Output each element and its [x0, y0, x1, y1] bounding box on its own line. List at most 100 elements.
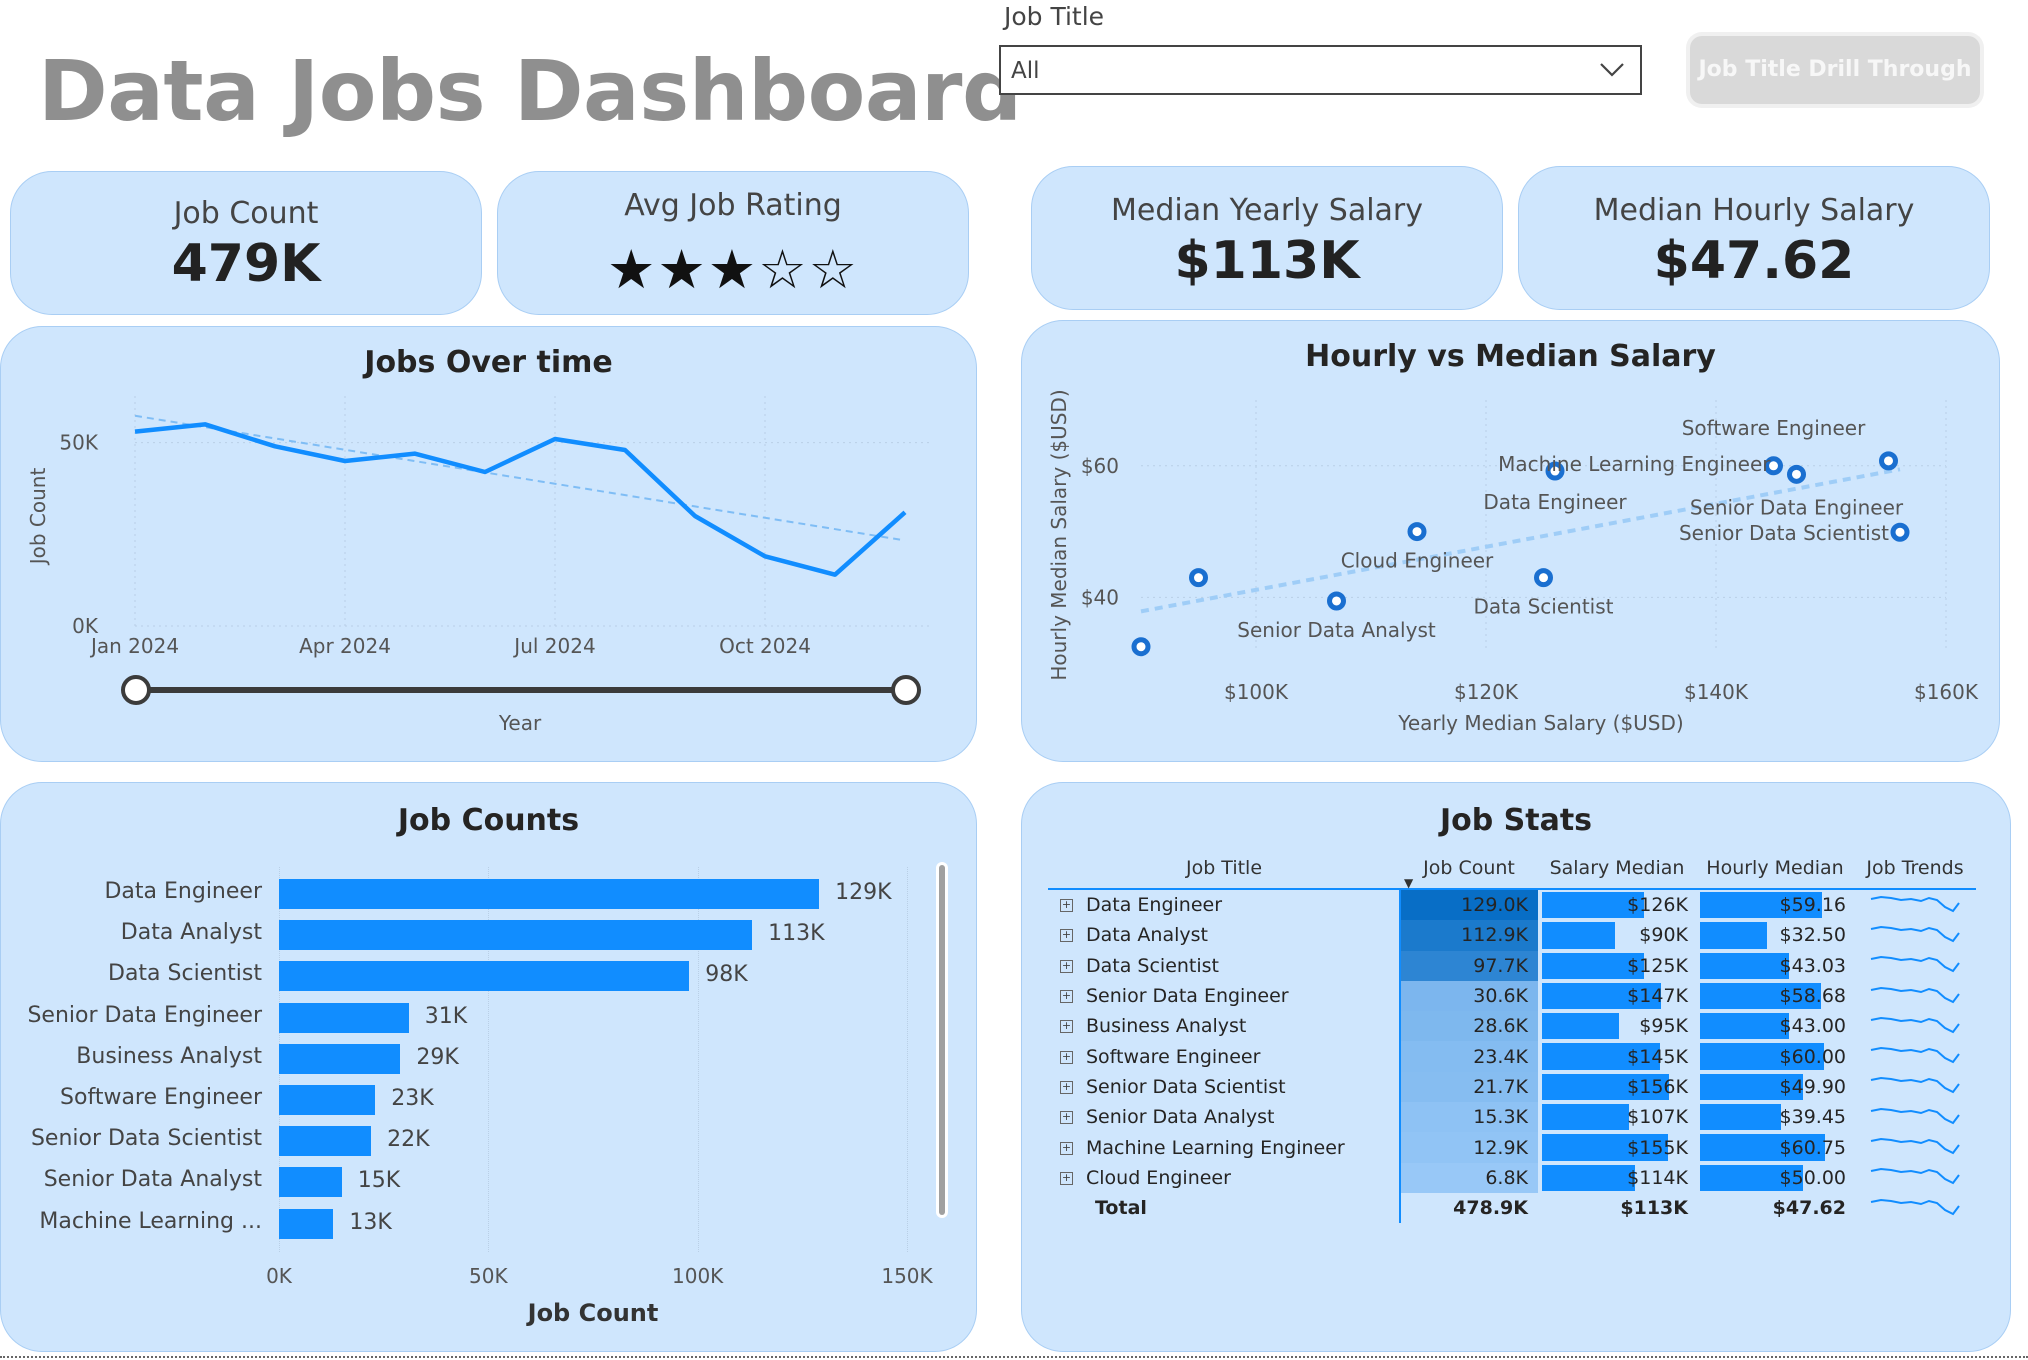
star-rating: ★★★☆☆: [498, 238, 968, 301]
median-yearly-label: Median Yearly Salary: [1110, 193, 1424, 228]
x-tick-label: $100K: [1224, 680, 1289, 704]
expand-icon[interactable]: +: [1060, 1020, 1073, 1034]
bar: [279, 920, 753, 951]
bar: [279, 1002, 409, 1033]
salary-median-cell: $95K: [1538, 1011, 1696, 1041]
star-filled-icon: ★: [707, 238, 759, 301]
table-row[interactable]: + Senior Data Scientist 21.7K $156K $49.90: [1048, 1071, 1976, 1103]
x-tick-label: $160K: [1914, 680, 1979, 704]
chevron-down-icon[interactable]: [1598, 55, 1626, 87]
x-axis-label: Yearly Median Salary ($USD): [1397, 711, 1683, 735]
bar-value-label: 15K: [357, 1168, 401, 1194]
x-gridline: [907, 867, 908, 1252]
slider-start-handle[interactable]: [121, 675, 151, 705]
expand-icon[interactable]: +: [1060, 959, 1073, 973]
hourly-median-cell: $59.16: [1696, 889, 1854, 920]
star-empty-icon: ☆: [758, 238, 809, 301]
bar-category-label: Software Engineer: [60, 1085, 262, 1110]
table-row[interactable]: + Data Scientist 97.7K $125K $43.03: [1048, 950, 1976, 981]
bar-category-label: Data Engineer: [104, 879, 262, 904]
table-row[interactable]: + Data Analyst 112.9K $90K $32.50: [1048, 920, 1976, 951]
job-title-cell: + Senior Data Scientist: [1048, 1072, 1400, 1102]
job-title-cell: + Business Analyst: [1048, 1011, 1400, 1041]
expand-icon[interactable]: +: [1060, 990, 1073, 1004]
line-series: [134, 422, 907, 577]
bar-value-label: 23K: [391, 1086, 434, 1111]
dropdown-selected-value: All: [1011, 58, 1040, 84]
job-title-filter-label: Job Title: [1004, 2, 1105, 31]
salary-median-cell: $126K: [1538, 889, 1696, 920]
slider-end-handle[interactable]: [891, 675, 921, 705]
x-tick-label: $140K: [1684, 680, 1749, 704]
trend-sparkline: [1870, 895, 1960, 912]
cell-value: $60.75: [1779, 1136, 1846, 1159]
table-row[interactable]: + Business Analyst 28.6K $95K $43.00: [1048, 1011, 1976, 1042]
col-job-title[interactable]: Job Title: [1048, 848, 1400, 890]
expand-icon[interactable]: +: [1060, 1171, 1073, 1185]
scatter-point: [1787, 464, 1806, 484]
drill-through-button[interactable]: Job Title Drill Through: [1690, 36, 1980, 104]
cell-value: $125K: [1627, 954, 1688, 977]
scrollbar-thumb[interactable]: [939, 865, 945, 1215]
bar-category-label: Senior Data Engineer: [27, 1002, 262, 1028]
salary-median-cell: $155K: [1538, 1132, 1696, 1162]
table-row[interactable]: + Data Engineer 129.0K $126K $59.16: [1048, 889, 1976, 921]
median-hourly-value: $47.62: [1653, 231, 1855, 291]
x-tick-label: 0K: [266, 1264, 292, 1288]
trend-sparkline: [1870, 1077, 1960, 1094]
total-count: 478.9K: [1399, 1192, 1538, 1224]
y-axis-label: Hourly Median Salary ($USD): [1047, 389, 1071, 680]
y-axis-label: Job Count: [26, 468, 50, 567]
cell-value: $147K: [1627, 985, 1688, 1008]
expand-icon[interactable]: +: [1060, 899, 1073, 913]
trend-sparkline: [1870, 1198, 1960, 1215]
table-row[interactable]: + Senior Data Engineer 30.6K $147K $58.68: [1048, 980, 1976, 1012]
cell-value: $114K: [1627, 1166, 1688, 1189]
expand-icon[interactable]: +: [1060, 1080, 1073, 1094]
point-label: Senior Data Analyst: [1237, 618, 1436, 642]
point-label: Senior Data Scientist: [1679, 521, 1889, 545]
vertical-scrollbar[interactable]: [936, 862, 948, 1218]
cell-value: $126K: [1627, 894, 1688, 917]
bar: [279, 1208, 334, 1239]
job-title-text: Senior Data Engineer: [1086, 985, 1289, 1008]
table-row[interactable]: + Software Engineer 23.4K $145K $60.00: [1048, 1041, 1976, 1072]
job-title-dropdown[interactable]: All: [999, 45, 1642, 95]
expand-icon[interactable]: +: [1060, 1050, 1073, 1064]
expand-icon[interactable]: +: [1060, 929, 1073, 943]
trendline: [134, 414, 906, 542]
star-empty-icon: ☆: [808, 238, 860, 301]
salary-median-cell: $125K: [1538, 951, 1696, 981]
point-label: Machine Learning Engineer: [1498, 452, 1771, 476]
point-label: Data Scientist: [1474, 595, 1614, 619]
table-row[interactable]: + Senior Data Analyst 15.3K $107K $39.45: [1048, 1102, 1976, 1133]
scatter-point: [1131, 637, 1151, 657]
col-job-trends[interactable]: Job Trends: [1854, 848, 1976, 890]
col-salary-median[interactable]: Salary Median: [1538, 848, 1696, 890]
bar-value-label: 98K: [705, 962, 748, 988]
table-row[interactable]: + Cloud Engineer 6.8K $114K $50.00: [1048, 1162, 1976, 1193]
bar: [279, 1043, 401, 1074]
cell-value: $59.16: [1779, 894, 1846, 917]
bar-category-label: Senior Data Analyst: [43, 1167, 262, 1193]
job-title-text: Data Scientist: [1086, 954, 1219, 977]
expand-icon[interactable]: +: [1060, 1141, 1073, 1155]
table-row[interactable]: + Machine Learning Engineer 12.9K $155K $60.…: [1048, 1132, 1976, 1163]
trend-sparkline: [1870, 1016, 1960, 1034]
col-job-count[interactable]: Job Count ▼: [1400, 848, 1538, 890]
bar-category-label: Machine Learning ...: [39, 1208, 262, 1234]
job-count-cell: 21.7K: [1399, 1071, 1538, 1103]
scatter-point: [1890, 522, 1910, 542]
total-trend: [1854, 1193, 1976, 1223]
bar-value-label: 13K: [349, 1209, 392, 1235]
hourly-median-cell: $60.00: [1696, 1041, 1854, 1071]
expand-icon[interactable]: +: [1060, 1111, 1073, 1125]
col-hourly-median[interactable]: Hourly Median: [1696, 848, 1854, 890]
job-count-cell: 129.0K: [1399, 889, 1538, 921]
job-title-cell: + Senior Data Engineer: [1048, 981, 1400, 1011]
job-title-text: Data Analyst: [1086, 924, 1208, 947]
star-filled-icon: ★: [606, 238, 658, 301]
x-tick-label: Apr 2024: [299, 634, 391, 658]
sort-desc-icon[interactable]: ▼: [1404, 876, 1413, 890]
median-yearly-value: $113K: [1174, 231, 1360, 291]
